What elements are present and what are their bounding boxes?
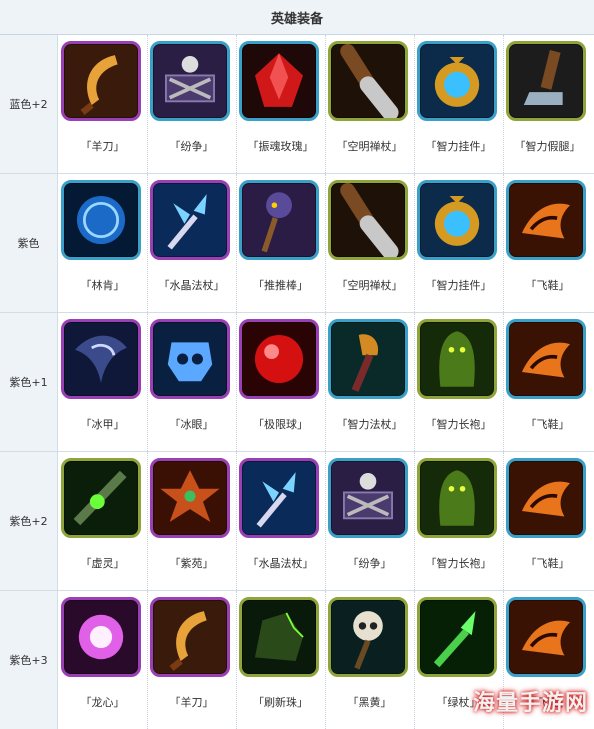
- equipment-cell: 「冰眼」: [147, 313, 237, 451]
- table-title: 英雄装备: [0, 0, 594, 35]
- item-name: 「振魂玫瑰」: [247, 140, 314, 153]
- row-label: 紫色: [0, 174, 58, 312]
- item-name: 「智力假腿」: [514, 140, 581, 153]
- table-row: 紫色 「林肯」 「水晶法杖」 「推推棒」 「空明禅杖」 「智力挂件」 「飞鞋」: [0, 174, 594, 313]
- ethereal-blade-icon: [61, 458, 141, 538]
- golden-scythe-icon: [150, 597, 230, 677]
- row-label: 紫色+2: [0, 452, 58, 590]
- equipment-cell: 「空明禅杖」: [325, 35, 415, 173]
- equipment-cell: 「飞鞋」: [503, 452, 592, 590]
- equipment-cell: 「水晶法杖」: [147, 174, 237, 312]
- equipment-cell: 「飞鞋」: [503, 313, 592, 451]
- equipment-cell: 「羊刀」: [58, 35, 148, 173]
- equipment-cell: 「智力挂件」: [414, 35, 504, 173]
- winged-boot-icon: [506, 180, 586, 260]
- equipment-cell: 「龙心」: [58, 591, 148, 729]
- green-robe-icon: [417, 458, 497, 538]
- winged-boot-icon: [506, 458, 586, 538]
- table-row: 紫色+1 「冰甲」 「冰眼」 「极限球」 「智力法杖」 「智力长袍」 「飞鞋」: [0, 313, 594, 452]
- equipment-cell: 「飞鞋」: [503, 174, 592, 312]
- row-label: 紫色+3: [0, 591, 58, 729]
- table-row: 紫色+2 「虚灵」 「紫苑」 「水晶法杖」 「纷争」 「智力长袍」 「飞鞋」: [0, 452, 594, 591]
- item-name: 「羊刀」: [80, 140, 125, 153]
- red-orb-icon: [239, 319, 319, 399]
- item-name: 「林肯」: [80, 279, 125, 292]
- amulet-icon: [417, 41, 497, 121]
- staff-handle-icon: [328, 180, 408, 260]
- equipment-cell: 「虚灵」: [58, 452, 148, 590]
- site-watermark: 海量手游网: [472, 691, 588, 716]
- item-name: 「极限球」: [253, 418, 308, 431]
- skull-crossbones-icon: [150, 41, 230, 121]
- winged-boot-icon: [506, 319, 586, 399]
- equipment-cell: 「黑黄」: [325, 591, 415, 729]
- equipment-cell: 「智力法杖」: [325, 313, 415, 451]
- item-name: 「智力挂件」: [425, 279, 492, 292]
- equipment-cell: 「振魂玫瑰」: [236, 35, 326, 173]
- golden-scythe-icon: [61, 41, 141, 121]
- item-name: 「飞鞋」: [525, 279, 570, 292]
- row-label: 紫色+1: [0, 313, 58, 451]
- equipment-cell: 「纷争」: [147, 35, 237, 173]
- item-name: 「冰甲」: [80, 418, 125, 431]
- equipment-cell: 「智力假腿」: [503, 35, 592, 173]
- item-name: 「空明禅杖」: [336, 279, 403, 292]
- amulet-icon: [417, 180, 497, 260]
- ice-armor-icon: [61, 319, 141, 399]
- hooded-staff-icon: [239, 180, 319, 260]
- staff-handle-icon: [328, 41, 408, 121]
- gauntlet-staff-icon: [328, 319, 408, 399]
- green-robe-icon: [417, 319, 497, 399]
- equipment-cell: 「智力挂件」: [414, 174, 504, 312]
- item-name: 「飞鞋」: [525, 557, 570, 570]
- item-name: 「冰眼」: [169, 418, 214, 431]
- item-name: 「紫苑」: [169, 557, 214, 570]
- item-name: 「纷争」: [169, 140, 214, 153]
- skull-staff-icon: [328, 597, 408, 677]
- peg-leg-icon: [506, 41, 586, 121]
- row-label: 蓝色+2: [0, 35, 58, 173]
- item-name: 「纷争」: [347, 557, 392, 570]
- item-name: 「智力长袍」: [425, 418, 492, 431]
- equipment-cell: 「智力长袍」: [414, 313, 504, 451]
- item-name: 「水晶法杖」: [158, 279, 225, 292]
- green-rock-icon: [239, 597, 319, 677]
- item-name: 「飞鞋」: [525, 418, 570, 431]
- pink-glow-icon: [61, 597, 141, 677]
- table-row: 蓝色+2 「羊刀」 「纷争」 「振魂玫瑰」 「空明禅杖」 「智力挂件」 「智力假腿」: [0, 35, 594, 174]
- orchid-icon: [150, 458, 230, 538]
- crystal-staff-icon: [150, 180, 230, 260]
- item-name: 「羊刀」: [169, 696, 214, 709]
- ice-skull-icon: [150, 319, 230, 399]
- item-name: 「智力法杖」: [336, 418, 403, 431]
- item-name: 「智力挂件」: [425, 140, 492, 153]
- item-name: 「推推棒」: [253, 279, 308, 292]
- winged-boot-icon: [506, 597, 586, 677]
- equipment-cell: 「推推棒」: [236, 174, 326, 312]
- equipment-cell: 「冰甲」: [58, 313, 148, 451]
- green-crystal-icon: [417, 597, 497, 677]
- item-name: 「黑黄」: [347, 696, 392, 709]
- item-name: 「虚灵」: [80, 557, 125, 570]
- item-name: 「空明禅杖」: [336, 140, 403, 153]
- item-name: 「刷新珠」: [253, 696, 308, 709]
- equipment-cell: 「紫苑」: [147, 452, 237, 590]
- equipment-cell: 「极限球」: [236, 313, 326, 451]
- item-name: 「龙心」: [80, 696, 125, 709]
- equipment-cell: 「空明禅杖」: [325, 174, 415, 312]
- equipment-cell: 「刷新珠」: [236, 591, 326, 729]
- item-name: 「水晶法杖」: [247, 557, 314, 570]
- skull-crossbones-icon: [328, 458, 408, 538]
- equipment-cell: 「林肯」: [58, 174, 148, 312]
- item-name: 「智力长袍」: [425, 557, 492, 570]
- crystal-staff-icon: [239, 458, 319, 538]
- equipment-cell: 「羊刀」: [147, 591, 237, 729]
- equipment-cell: 「纷争」: [325, 452, 415, 590]
- blue-orb-icon: [61, 180, 141, 260]
- equipment-cell: 「水晶法杖」: [236, 452, 326, 590]
- red-gem-icon: [239, 41, 319, 121]
- equipment-table: 蓝色+2 「羊刀」 「纷争」 「振魂玫瑰」 「空明禅杖」 「智力挂件」 「智力假腿」 紫色…: [0, 35, 594, 729]
- equipment-cell: 「智力长袍」: [414, 452, 504, 590]
